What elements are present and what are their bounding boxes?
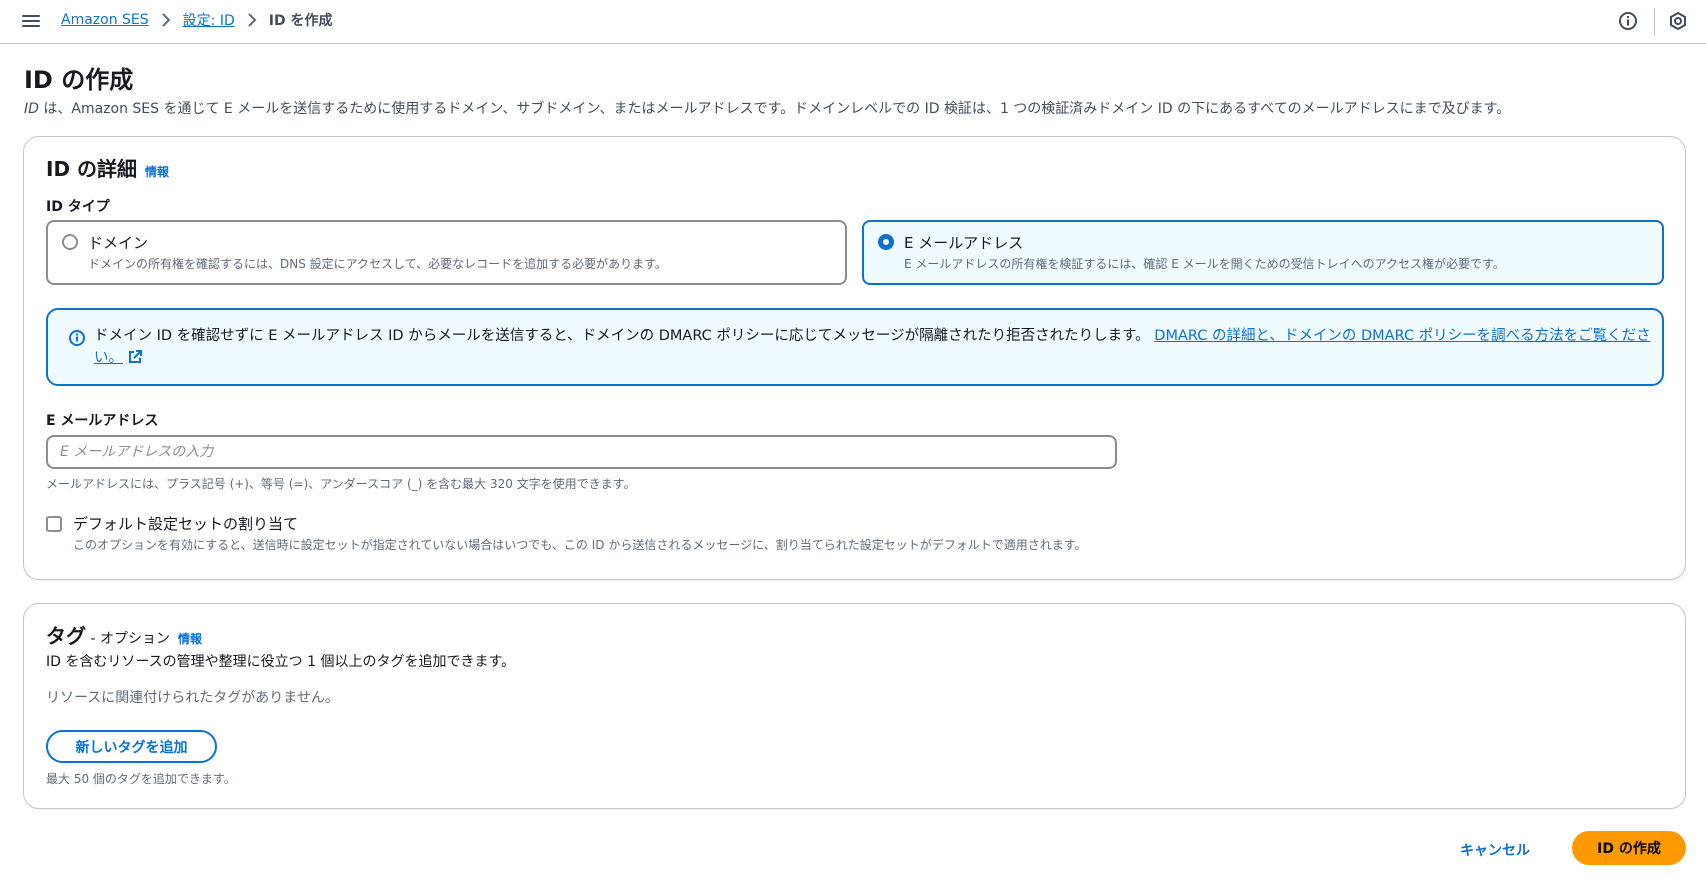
page-description-text: は、Amazon SES を通じて E メールを送信するために使用するドメイン、… xyxy=(38,101,1511,117)
option-domain-label: ドメイン xyxy=(88,234,149,252)
radio-email[interactable] xyxy=(878,234,894,250)
alert-text: ドメイン ID を確認せずに E メールアドレス ID からメールを送信すると、… xyxy=(94,328,1150,344)
page-description: ID は、Amazon SES を通じて E メールを送信するために使用するドメ… xyxy=(24,98,1510,118)
alert-message: ドメイン ID を確認せずに E メールアドレス ID からメールを送信すると、… xyxy=(94,325,1654,369)
info-circle-icon[interactable] xyxy=(1618,11,1638,31)
create-id-button[interactable]: ID の作成 xyxy=(1572,831,1686,865)
tags-optional: - オプション xyxy=(86,631,170,647)
default-config-set-checkbox[interactable] xyxy=(46,516,62,532)
option-email-description: E メールアドレスの所有権を検証するには、確認 E メールを開くための受信トレイ… xyxy=(904,257,1505,271)
email-address-hint: メールアドレスには、プラス記号 (+)、等号 (=)、アンダースコア (_) を… xyxy=(46,477,636,491)
email-address-input[interactable] xyxy=(46,435,1117,469)
default-config-set-description: このオプションを有効にすると、送信時に設定セットが指定されていない場合はいつでも… xyxy=(73,538,1087,552)
option-domain-description: ドメインの所有権を確認するには、DNS 設定にアクセスして、必要なレコードを追加… xyxy=(88,257,667,271)
tags-title: タグ xyxy=(46,624,86,648)
settings-hexagon-icon[interactable] xyxy=(1668,11,1688,31)
email-address-label: E メールアドレス xyxy=(46,413,159,429)
page-description-italic: ID xyxy=(24,101,39,117)
chevron-right-icon xyxy=(247,13,257,27)
option-email-label: E メールアドレス xyxy=(904,234,1024,252)
add-new-tag-button[interactable]: 新しいタグを追加 xyxy=(46,730,217,763)
tags-empty-message: リソースに関連付けられたタグがありません。 xyxy=(46,690,339,706)
id-details-title: ID の詳細 xyxy=(46,157,138,181)
info-circle-icon xyxy=(68,329,86,347)
chevron-right-icon xyxy=(161,13,171,27)
tags-limit-hint: 最大 50 個のタグを追加できます。 xyxy=(46,772,236,786)
toolbar-divider xyxy=(1654,8,1655,36)
menu-icon[interactable] xyxy=(22,12,40,30)
dmarc-info-alert: ドメイン ID を確認せずに E メールアドレス ID からメールを送信すると、… xyxy=(46,308,1664,386)
breadcrumb-link-config-id[interactable]: 設定: ID xyxy=(183,10,235,30)
id-type-label: ID タイプ xyxy=(46,199,110,215)
default-config-set-label: デフォルト設定セットの割り当て xyxy=(73,515,299,533)
id-type-option-domain[interactable]: ドメイン ドメインの所有権を確認するには、DNS 設定にアクセスして、必要なレコ… xyxy=(46,220,847,285)
top-navigation-bar: Amazon SES 設定: ID ID を作成 xyxy=(0,0,1706,44)
id-type-option-email[interactable]: E メールアドレス E メールアドレスの所有権を検証するには、確認 E メールを… xyxy=(862,220,1664,285)
tags-info-link[interactable]: 情報 xyxy=(178,632,202,646)
breadcrumb: Amazon SES 設定: ID ID を作成 xyxy=(61,10,332,30)
breadcrumb-current: ID を作成 xyxy=(268,13,333,29)
info-link[interactable]: 情報 xyxy=(145,165,169,179)
id-details-heading: ID の詳細 情報 xyxy=(46,153,169,182)
page-title: ID の作成 xyxy=(24,66,134,94)
radio-domain[interactable] xyxy=(62,234,78,250)
tags-heading: タグ - オプション 情報 xyxy=(46,620,202,649)
external-link-icon xyxy=(127,349,143,365)
cancel-button[interactable]: キャンセル xyxy=(1440,834,1550,866)
tags-description: ID を含むリソースの管理や整理に役立つ 1 個以上のタグを追加できます。 xyxy=(46,654,516,670)
breadcrumb-link-amazon-ses[interactable]: Amazon SES xyxy=(61,12,149,28)
